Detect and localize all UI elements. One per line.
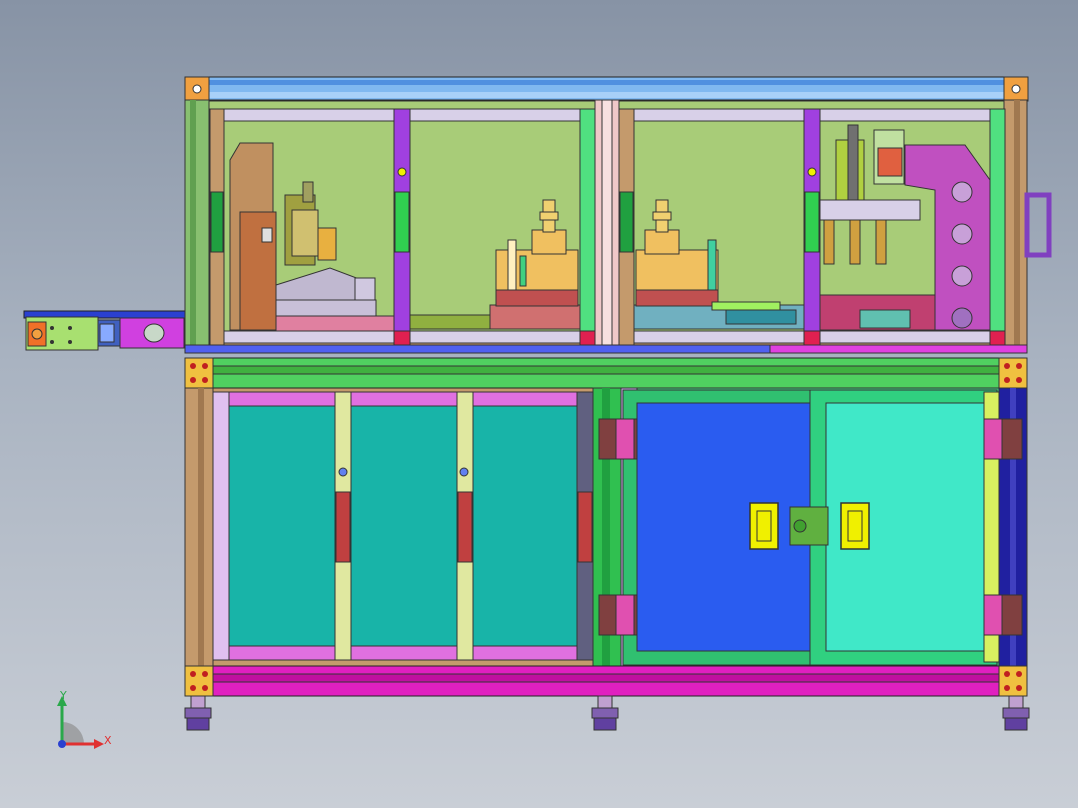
lower-compartment — [184, 387, 1028, 669]
leveling-feet — [184, 695, 1030, 731]
x-axis-label: X — [104, 734, 112, 747]
z-axis-dot — [58, 740, 66, 748]
coordinate-triad: Y X — [57, 689, 112, 749]
cad-viewport[interactable]: Y X — [0, 0, 1078, 808]
middle-beam — [184, 357, 1028, 389]
bottom-beam — [184, 665, 1028, 697]
side-conveyor — [23, 310, 187, 351]
machine-drawing: Y X — [23, 76, 1052, 749]
upper-compartment — [184, 99, 1052, 354]
top-beam — [184, 76, 1029, 102]
y-axis-label: Y — [59, 689, 67, 702]
